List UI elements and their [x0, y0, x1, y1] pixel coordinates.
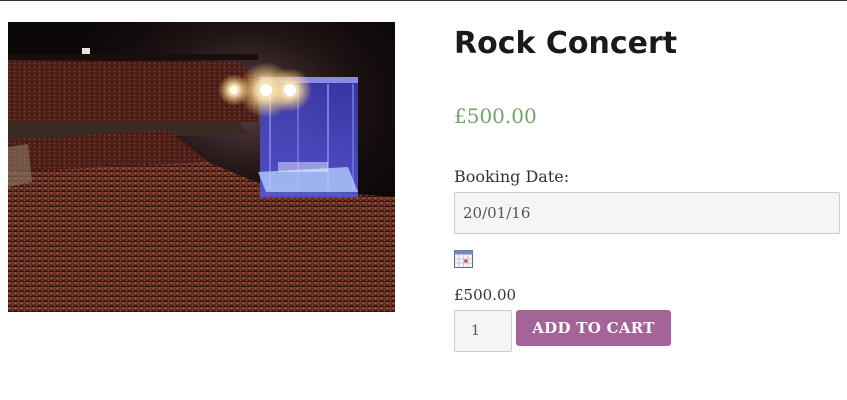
booking-total-price: £500.00 — [454, 286, 517, 304]
product-price: £500.00 — [454, 104, 537, 128]
add-to-cart-button[interactable]: ADD TO CART — [516, 310, 671, 346]
calendar-icon[interactable] — [454, 250, 473, 268]
concert-photo — [8, 22, 395, 312]
header-divider — [0, 0, 847, 1]
booking-date-label: Booking Date: — [454, 167, 570, 186]
booking-date-input[interactable] — [454, 192, 840, 234]
quantity-input[interactable] — [454, 310, 512, 352]
product-title: Rock Concert — [454, 26, 678, 61]
product-image[interactable] — [8, 22, 395, 312]
